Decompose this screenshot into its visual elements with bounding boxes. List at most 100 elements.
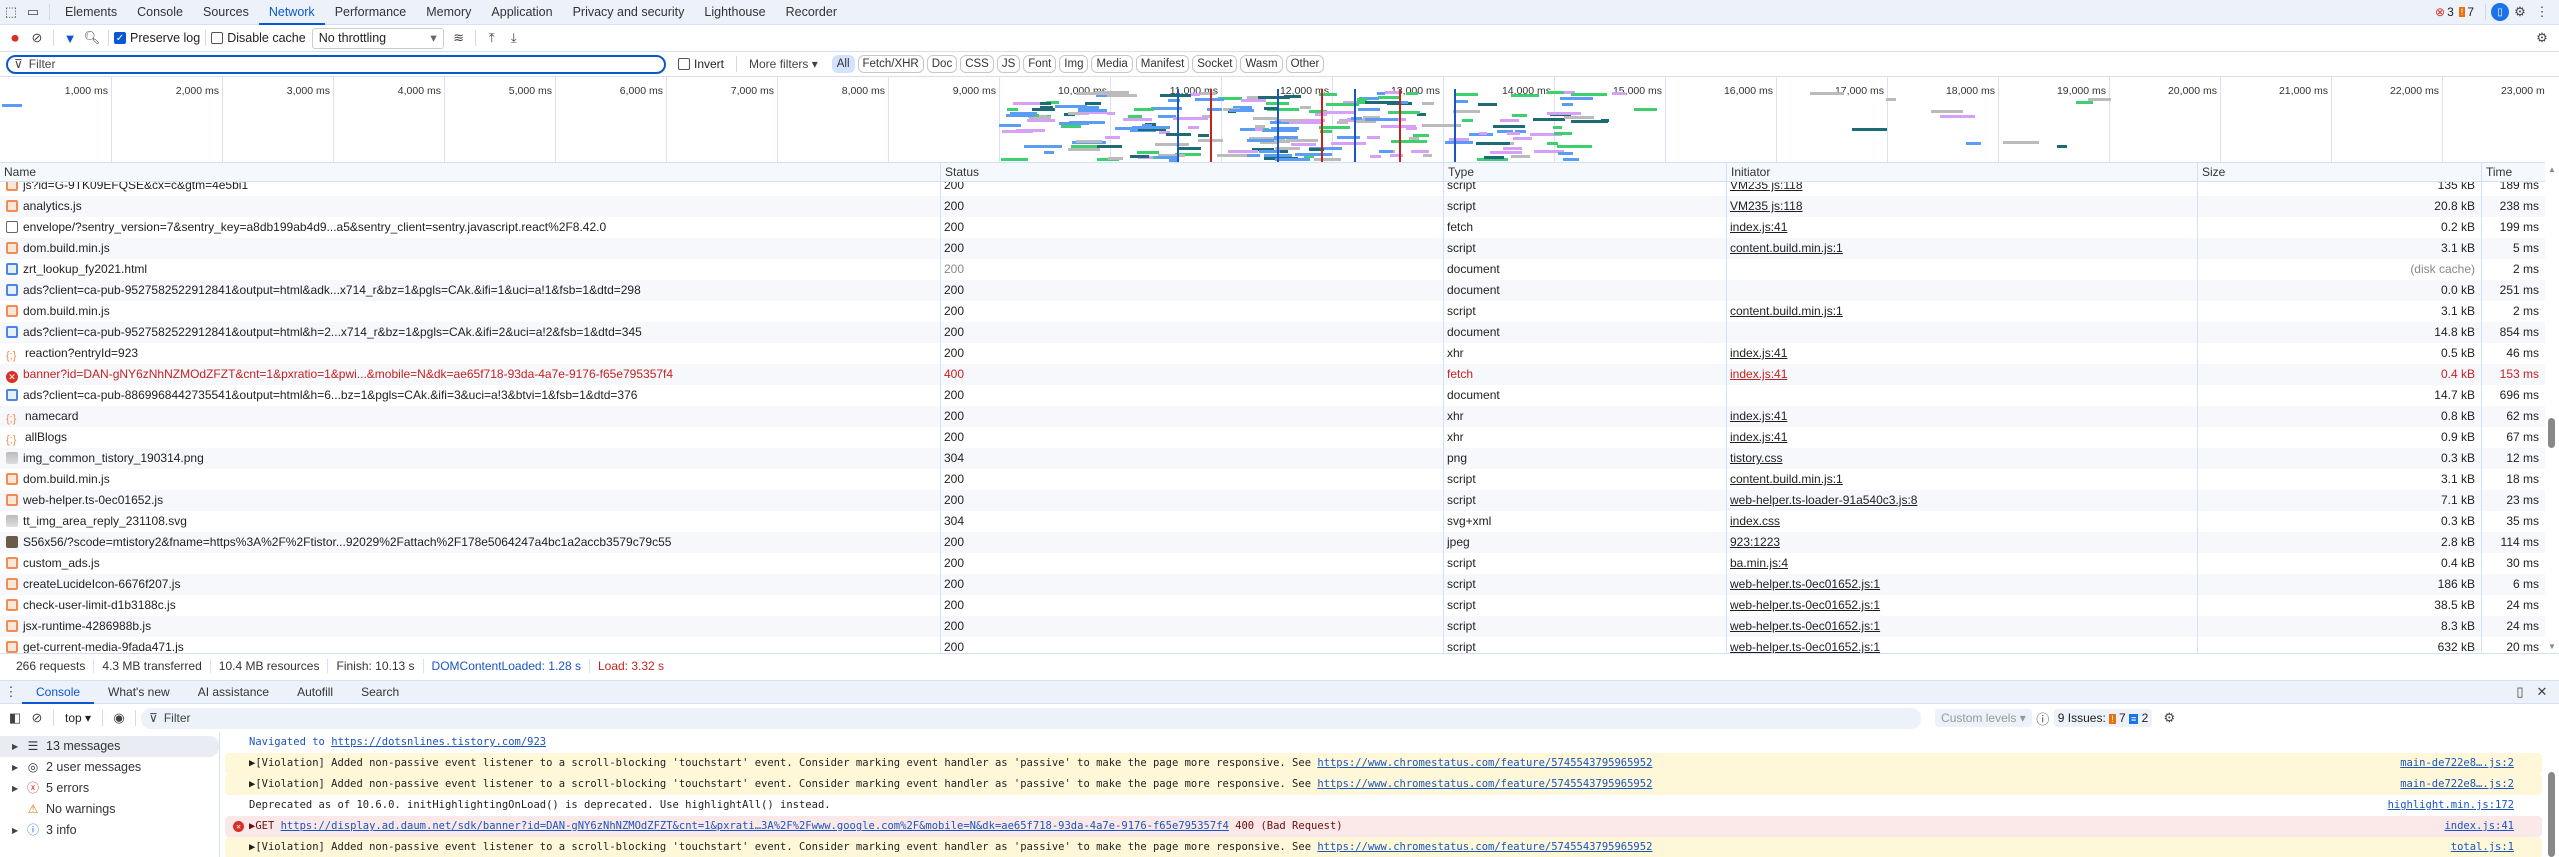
network-settings-gear-icon[interactable]: ⚙ bbox=[2531, 27, 2553, 49]
table-row[interactable]: {;} namecard 200 xhr index.js:41 0.8 kB 62 ms bbox=[0, 406, 2545, 427]
filter-chip-socket[interactable]: Socket bbox=[1192, 55, 1238, 73]
tab-lighthouse[interactable]: Lighthouse bbox=[694, 0, 775, 25]
request-name-cell[interactable]: zrt_lookup_fy2021.html bbox=[0, 259, 940, 280]
request-name-cell[interactable]: envelope/?sentry_version=7&sentry_key=a8… bbox=[0, 217, 940, 238]
search-icon[interactable]: 🔍︎ bbox=[81, 27, 103, 49]
drawer-tab-console[interactable]: Console bbox=[22, 680, 95, 704]
initiator-link[interactable]: 923:1223 bbox=[1730, 535, 1780, 549]
initiator-link[interactable]: VM235 js:118 bbox=[1730, 182, 1803, 192]
throttling-select[interactable]: No throttling bbox=[311, 27, 444, 49]
tab-elements[interactable]: Elements bbox=[55, 0, 127, 25]
network-conditions-icon[interactable]: ≋ bbox=[448, 27, 470, 49]
scrollbar-thumb[interactable] bbox=[2548, 418, 2555, 448]
message-link[interactable]: https://dotsnlines.tistory.com/923 bbox=[331, 736, 546, 748]
column-header-time[interactable]: Time bbox=[2481, 163, 2545, 182]
tab-memory[interactable]: Memory bbox=[416, 0, 481, 25]
expand-arrow-icon[interactable]: ▶ bbox=[12, 757, 24, 778]
request-name-cell[interactable]: custom_ads.js bbox=[0, 553, 940, 574]
table-row[interactable]: ads?client=ca-pub-9527582522912841&outpu… bbox=[0, 280, 2545, 301]
tab-console[interactable]: Console bbox=[127, 0, 193, 25]
drawer-menu-icon[interactable]: ⋮ bbox=[0, 681, 22, 703]
initiator-link[interactable]: web-helper.ts-0ec01652.js:1 bbox=[1730, 619, 1880, 633]
tab-sources[interactable]: Sources bbox=[193, 0, 259, 25]
table-row[interactable]: ✕ banner?id=DAN-gNY6zNhNZMOdZFZT&cnt=1&px… bbox=[0, 364, 2545, 385]
table-row[interactable]: js?id=G-9TK09EFQSE&cx=c&gtm=4e5bi1 200 scr… bbox=[0, 182, 2545, 196]
tab-application[interactable]: Application bbox=[481, 0, 562, 25]
request-name-cell[interactable]: ads?client=ca-pub-9527582522912841&outpu… bbox=[0, 322, 940, 343]
table-row[interactable]: get-current-media-9fada471.js 200 script we… bbox=[0, 637, 2545, 653]
drawer-tab-autofill[interactable]: Autofill bbox=[283, 680, 347, 704]
more-options-icon[interactable]: ⋮ bbox=[2531, 1, 2553, 23]
filter-chip-js[interactable]: JS bbox=[996, 55, 1021, 73]
console-sidebar-item[interactable]: ⚠ No warnings bbox=[0, 799, 219, 820]
column-header-name[interactable]: Name bbox=[0, 163, 940, 182]
request-name-cell[interactable]: tt_img_area_reply_231108.svg bbox=[0, 511, 940, 532]
drawer-tab-ai-assistance[interactable]: AI assistance bbox=[184, 680, 283, 704]
scroll-up-icon[interactable]: ▲ bbox=[2548, 165, 2556, 174]
message-link[interactable]: https://www.chromestatus.com/feature/574… bbox=[1317, 778, 1652, 790]
table-row[interactable]: web-helper.ts-0ec01652.js 200 script web-he… bbox=[0, 490, 2545, 511]
request-name-cell[interactable]: js?id=G-9TK09EFQSE&cx=c&gtm=4e5bi1 bbox=[0, 182, 940, 196]
message-source-link[interactable]: index.js:41 bbox=[2444, 816, 2514, 837]
initiator-link[interactable]: index.css bbox=[1730, 514, 1780, 528]
expand-arrow-icon[interactable]: ▶ bbox=[12, 778, 24, 799]
context-selector[interactable]: top ▾ bbox=[65, 711, 91, 725]
request-name-cell[interactable]: S56x56/?scode=mtistory2&fname=https%3A%2… bbox=[0, 532, 940, 553]
initiator-link[interactable]: VM235 js:118 bbox=[1730, 199, 1803, 213]
warning-count[interactable]: 7 bbox=[2467, 5, 2474, 19]
initiator-link[interactable]: web-helper.ts-0ec01652.js:1 bbox=[1730, 598, 1880, 612]
request-name-cell[interactable]: get-current-media-9fada471.js bbox=[0, 637, 940, 653]
initiator-link[interactable]: index.js:41 bbox=[1730, 409, 1787, 423]
filter-icon[interactable]: ▼ bbox=[59, 27, 81, 49]
filter-chip-font[interactable]: Font bbox=[1023, 55, 1057, 73]
initiator-link[interactable]: web-helper.ts-loader-91a540c3.js:8 bbox=[1730, 493, 1917, 507]
disable-cache-checkbox[interactable] bbox=[211, 32, 224, 44]
initiator-link[interactable]: web-helper.ts-0ec01652.js:1 bbox=[1730, 577, 1880, 591]
tab-recorder[interactable]: Recorder bbox=[776, 0, 847, 25]
table-row[interactable]: analytics.js 200 script VM235 js:118 20.8 kB… bbox=[0, 196, 2545, 217]
table-row[interactable]: createLucideIcon-6676f207.js 200 script web… bbox=[0, 574, 2545, 595]
message-source-link[interactable]: total.js:1 bbox=[2450, 837, 2514, 857]
table-row[interactable]: envelope/?sentry_version=7&sentry_key=a8… bbox=[0, 217, 2545, 238]
table-row[interactable]: img_common_tistory_190314.png 304 png tisto… bbox=[0, 448, 2545, 469]
filter-chip-css[interactable]: CSS bbox=[960, 55, 994, 73]
filter-input[interactable]: ⊽ Filter bbox=[6, 54, 666, 74]
table-row[interactable]: dom.build.min.js 200 script content.build.m… bbox=[0, 469, 2545, 490]
warning-count-icon[interactable]: ! bbox=[2458, 7, 2466, 17]
table-row[interactable]: tt_img_area_reply_231108.svg 304 svg+xml in… bbox=[0, 511, 2545, 532]
ai-assistant-icon[interactable]: ▯ bbox=[2491, 3, 2509, 21]
filter-chip-doc[interactable]: Doc bbox=[926, 55, 958, 73]
table-row[interactable]: {;} reaction?entryId=923 200 xhr index.js:41… bbox=[0, 343, 2545, 364]
request-name-cell[interactable]: img_common_tistory_190314.png bbox=[0, 448, 940, 469]
request-name-cell[interactable]: check-user-limit-d1b3188c.js bbox=[0, 595, 940, 616]
initiator-link[interactable]: index.js:41 bbox=[1730, 346, 1787, 360]
log-levels-dropdown[interactable]: Custom levels ▾ bbox=[1935, 709, 2032, 727]
request-name-cell[interactable]: ads?client=ca-pub-9527582522912841&outpu… bbox=[0, 280, 940, 301]
console-sidebar-item[interactable]: ▶ ◎ 2 user messages bbox=[0, 757, 219, 778]
invert-checkbox[interactable] bbox=[678, 58, 690, 70]
device-toolbar-icon[interactable]: ▭ bbox=[22, 1, 44, 23]
column-header-initiator[interactable]: Initiator bbox=[1726, 163, 2197, 182]
initiator-link[interactable]: index.js:41 bbox=[1730, 220, 1787, 234]
expand-arrow-icon[interactable]: ▶ bbox=[12, 820, 24, 841]
drawer-tab-search[interactable]: Search bbox=[347, 680, 413, 704]
close-drawer-icon[interactable]: ✕ bbox=[2531, 681, 2553, 703]
console-sidebar-item[interactable]: ▶ ☰ 13 messages bbox=[0, 736, 219, 757]
tab-privacy-and-security[interactable]: Privacy and security bbox=[563, 0, 695, 25]
filter-chip-manifest[interactable]: Manifest bbox=[1135, 55, 1190, 73]
message-source-link[interactable]: highlight.min.js:172 bbox=[2388, 795, 2514, 816]
issues-button[interactable]: 9 Issues: ! 7 ≡ 2 bbox=[2053, 709, 2153, 727]
request-name-cell[interactable]: ✕ banner?id=DAN-gNY6zNhNZMOdZFZT&cnt=1&px… bbox=[0, 364, 940, 385]
live-expression-eye-icon[interactable]: ◉ bbox=[108, 707, 130, 729]
more-filters-dropdown[interactable]: More filters ▾ bbox=[749, 57, 818, 71]
request-name-cell[interactable]: jsx-runtime-4286988b.js bbox=[0, 616, 940, 637]
export-har-icon[interactable]: ⤓ bbox=[503, 27, 525, 49]
table-row[interactable]: zrt_lookup_fy2021.html 200 document (disk c… bbox=[0, 259, 2545, 280]
table-row[interactable]: check-user-limit-d1b3188c.js 200 script web… bbox=[0, 595, 2545, 616]
network-overview-timeline[interactable]: 1,000 ms 2,000 ms 3,000 ms 4,000 ms 5,000 ms… bbox=[0, 77, 2545, 163]
request-name-cell[interactable]: createLucideIcon-6676f207.js bbox=[0, 574, 940, 595]
requests-scrollbar[interactable]: ▲ ▼ bbox=[2545, 163, 2559, 653]
error-count-icon[interactable]: ⊗ bbox=[2435, 5, 2445, 19]
expand-arrow-icon[interactable]: ▶ bbox=[12, 736, 24, 757]
initiator-link[interactable]: content.build.min.js:1 bbox=[1730, 241, 1843, 255]
